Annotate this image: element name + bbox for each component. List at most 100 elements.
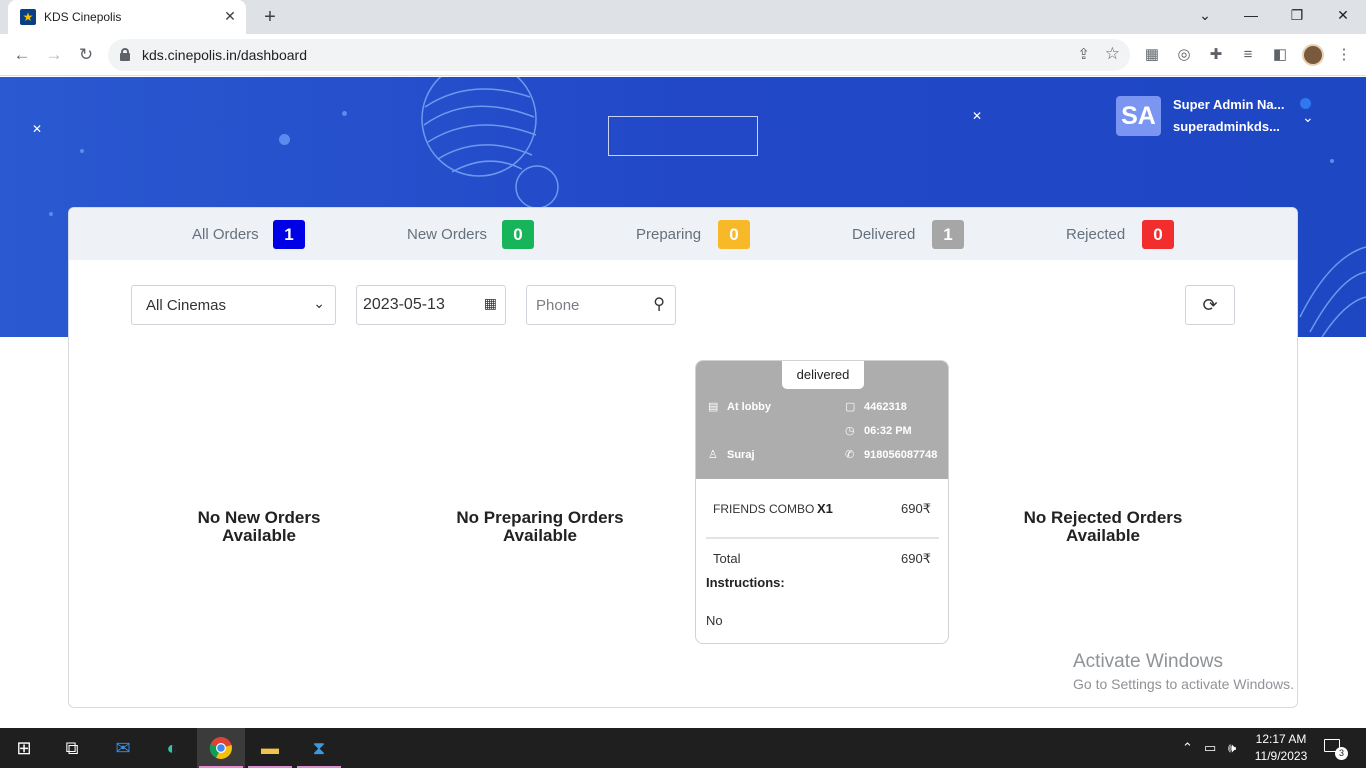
forward-arrow-icon[interactable]: → (42, 43, 66, 67)
task-view-icon[interactable]: ⧉ (48, 728, 96, 768)
clock-time: 12:17 AM (1255, 732, 1307, 746)
side-panel-icon[interactable]: ◧ (1270, 45, 1290, 65)
decor-dot (80, 149, 84, 153)
clipboard-icon: ▢ (845, 401, 856, 413)
clock-date: 11/9/2023 (1254, 749, 1308, 763)
date-input[interactable]: 2023-05-13 ▦ (356, 285, 506, 325)
order-item-qty: X1 (817, 501, 833, 516)
action-center-icon[interactable]: 3 (1320, 736, 1348, 760)
kebab-menu-icon[interactable]: ⋮ (1334, 45, 1354, 65)
cinepolis-logo (608, 116, 758, 156)
edge-browser-icon[interactable]: ◐ (148, 728, 196, 768)
cinepolis-favicon-icon: ★ (20, 9, 36, 25)
chrome-browser-icon[interactable] (197, 728, 245, 768)
battery-icon[interactable]: ▭ (1204, 728, 1216, 768)
show-hidden-icons-chevron-icon[interactable]: ⌃ (1182, 728, 1193, 768)
order-status-tabs: All Orders 1 New Orders 0 Preparing 0 De… (69, 208, 1297, 260)
system-clock[interactable]: 12:17 AM 11/9/2023 (1246, 731, 1316, 765)
tab-label: Preparing (636, 226, 702, 243)
order-phone: ✆ 918056087748 (845, 449, 938, 461)
user-icon: ♙ (708, 449, 718, 461)
new-tab-button[interactable]: + (258, 5, 282, 29)
user-avatar: SA (1116, 96, 1161, 136)
instructions-value: No (706, 613, 723, 628)
calendar-icon[interactable]: ▦ (484, 295, 497, 312)
tab-label: All Orders (192, 226, 259, 243)
date-value: 2023-05-13 (363, 296, 445, 313)
extensions-puzzle-icon[interactable]: ✚ (1206, 45, 1226, 65)
extension-circle-icon[interactable]: ◎ (1174, 45, 1194, 65)
order-item-name: FRIENDS COMBO (713, 502, 815, 516)
decor-dot (49, 212, 53, 216)
bookmark-star-icon[interactable]: ☆ (1105, 44, 1120, 64)
count-badge: 1 (932, 220, 964, 249)
browser-tabstrip: ★ KDS Cinepolis ✕ + ⌄ — ❐ ✕ (0, 0, 1366, 34)
volume-icon[interactable]: 🕪 (1228, 728, 1236, 768)
watermark-subtitle: Go to Settings to activate Windows. (1073, 676, 1294, 692)
notification-count: 3 (1335, 747, 1348, 760)
online-status-dot (1300, 98, 1311, 109)
divider (706, 537, 939, 539)
chevron-down-icon: ⌄ (313, 295, 325, 311)
windows-taskbar: ⊞ ⧉ ✉ ◐ ▬ ⧗ ⌃ ▭ 🕪 12:17 AM 11/9/2023 3 (0, 728, 1366, 768)
orders-panel: All Orders 1 New Orders 0 Preparing 0 De… (68, 207, 1298, 708)
profile-avatar[interactable] (1302, 44, 1324, 66)
order-status-badge: delivered (782, 361, 864, 389)
tab-label: New Orders (407, 226, 488, 243)
search-icon[interactable]: ⚲ (653, 294, 665, 314)
user-name: Super Admin Na... (1173, 97, 1285, 112)
url-text: kds.cinepolis.in/dashboard (142, 47, 307, 63)
tab-search-chevron-icon[interactable]: ⌄ (1182, 0, 1228, 30)
clock-icon: ◷ (845, 425, 855, 437)
dashboard-page: ✕ ✕ SA Super Admin Na... superadminkds..… (0, 77, 1366, 728)
windows-start-icon[interactable]: ⊞ (0, 728, 48, 768)
address-bar[interactable]: kds.cinepolis.in/dashboard ⇪ ☆ (108, 39, 1130, 71)
share-icon[interactable]: ⇪ (1077, 45, 1090, 63)
count-badge: 1 (273, 220, 305, 249)
tab-title: KDS Cinepolis (44, 10, 122, 24)
decor-cross-icon: ✕ (972, 109, 983, 123)
window-close-button[interactable]: ✕ (1320, 0, 1366, 30)
count-badge: 0 (1142, 220, 1174, 249)
tab-close-icon[interactable]: ✕ (222, 8, 238, 24)
rejected-orders-empty-message: No Rejected Orders Available (1023, 508, 1183, 545)
activate-windows-watermark: Activate Windows Go to Settings to activ… (1073, 651, 1294, 692)
cinema-select-value: All Cinemas (146, 297, 227, 314)
user-email: superadminkds... (1173, 119, 1280, 134)
decor-cross-icon: ✕ (32, 122, 43, 136)
refresh-icon: ⟳ (1202, 295, 1218, 315)
order-location: ▤ At lobby (708, 401, 771, 413)
lock-icon (120, 48, 130, 61)
decor-dot (279, 134, 290, 145)
order-card-header: delivered ▤ At lobby ▢ 4462318 ◷ 06:32 PM ♙… (696, 361, 948, 479)
user-menu[interactable]: SA Super Admin Na... superadminkds... ⌄ (1116, 96, 1336, 138)
watermark-title: Activate Windows (1073, 651, 1223, 672)
media-playlist-icon[interactable]: ≡ (1238, 45, 1258, 65)
order-id: ▢ 4462318 (845, 401, 907, 413)
phone-search-input[interactable]: Phone ⚲ (526, 285, 676, 325)
reload-icon[interactable]: ↻ (74, 43, 98, 67)
restore-button[interactable]: ❐ (1274, 0, 1320, 30)
qr-code-icon[interactable]: ▦ (1142, 45, 1162, 65)
browser-toolbar: ← → ↻ kds.cinepolis.in/dashboard ⇪ ☆ ▦ ◎… (0, 34, 1366, 76)
refresh-button[interactable]: ⟳ (1185, 285, 1235, 325)
cinema-select[interactable]: All Cinemas ⌄ (131, 285, 336, 325)
minimize-button[interactable]: — (1228, 0, 1274, 30)
vscode-icon[interactable]: ⧗ (295, 728, 343, 768)
decor-dot (342, 111, 347, 116)
chevron-down-icon[interactable]: ⌄ (1302, 109, 1314, 126)
tab-label: Rejected (1066, 226, 1126, 243)
seat-icon: ▤ (708, 401, 719, 413)
instructions-label: Instructions: (706, 575, 785, 590)
order-total-value: 690₹ (901, 551, 931, 566)
tab-label: Delivered (852, 226, 916, 243)
decor-dot (1330, 159, 1334, 163)
mail-icon[interactable]: ✉ (99, 728, 147, 768)
phone-icon: ✆ (845, 449, 855, 461)
count-badge: 0 (502, 220, 534, 249)
file-explorer-icon[interactable]: ▬ (246, 728, 294, 768)
browser-tab[interactable]: ★ KDS Cinepolis ✕ (8, 0, 246, 34)
count-badge: 0 (718, 220, 750, 249)
back-arrow-icon[interactable]: ← (10, 43, 34, 67)
order-card[interactable]: delivered ▤ At lobby ▢ 4462318 ◷ 06:32 PM ♙… (695, 360, 949, 644)
